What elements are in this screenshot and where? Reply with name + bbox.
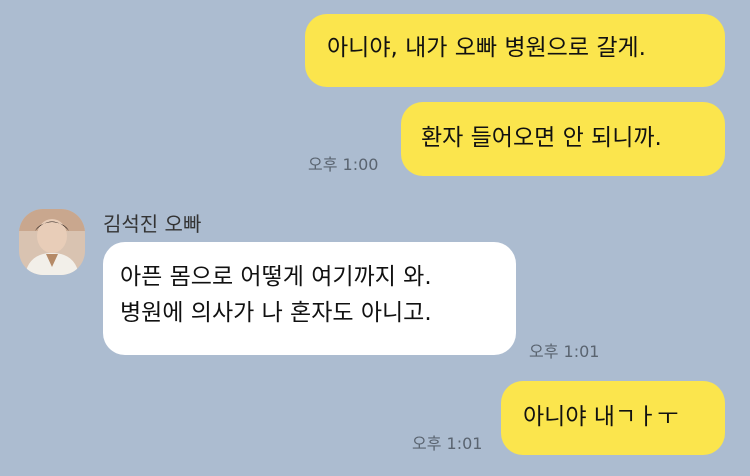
- message-text: 환자 들어오면 안 되니까.: [421, 125, 662, 151]
- message-bubble-sent[interactable]: 환자 들어오면 안 되니까.: [401, 102, 725, 176]
- message-bubble-sent[interactable]: 아니야 내ㄱㅏㅜ: [501, 381, 725, 455]
- message-timestamp: 오후 1:01: [412, 434, 483, 453]
- message-bubble-received[interactable]: 아픈 몸으로 어떻게 여기까지 와. 병원에 의사가 나 혼자도 아니고.: [103, 242, 516, 355]
- message-text-line: 아픈 몸으로 어떻게 여기까지 와.: [120, 264, 432, 290]
- message-timestamp: 오후 1:01: [529, 342, 600, 361]
- profile-photo-icon: [19, 209, 85, 275]
- message-text-line: 병원에 의사가 나 혼자도 아니고.: [120, 300, 432, 326]
- message-timestamp: 오후 1:00: [308, 155, 379, 174]
- sender-name: 김석진 오빠: [103, 212, 202, 236]
- message-text: 아니야 내ㄱㅏㅜ: [523, 404, 679, 430]
- avatar[interactable]: [19, 209, 85, 275]
- message-text: 아니야, 내가 오빠 병원으로 갈게.: [327, 35, 646, 61]
- message-bubble-sent[interactable]: 아니야, 내가 오빠 병원으로 갈게.: [305, 14, 725, 87]
